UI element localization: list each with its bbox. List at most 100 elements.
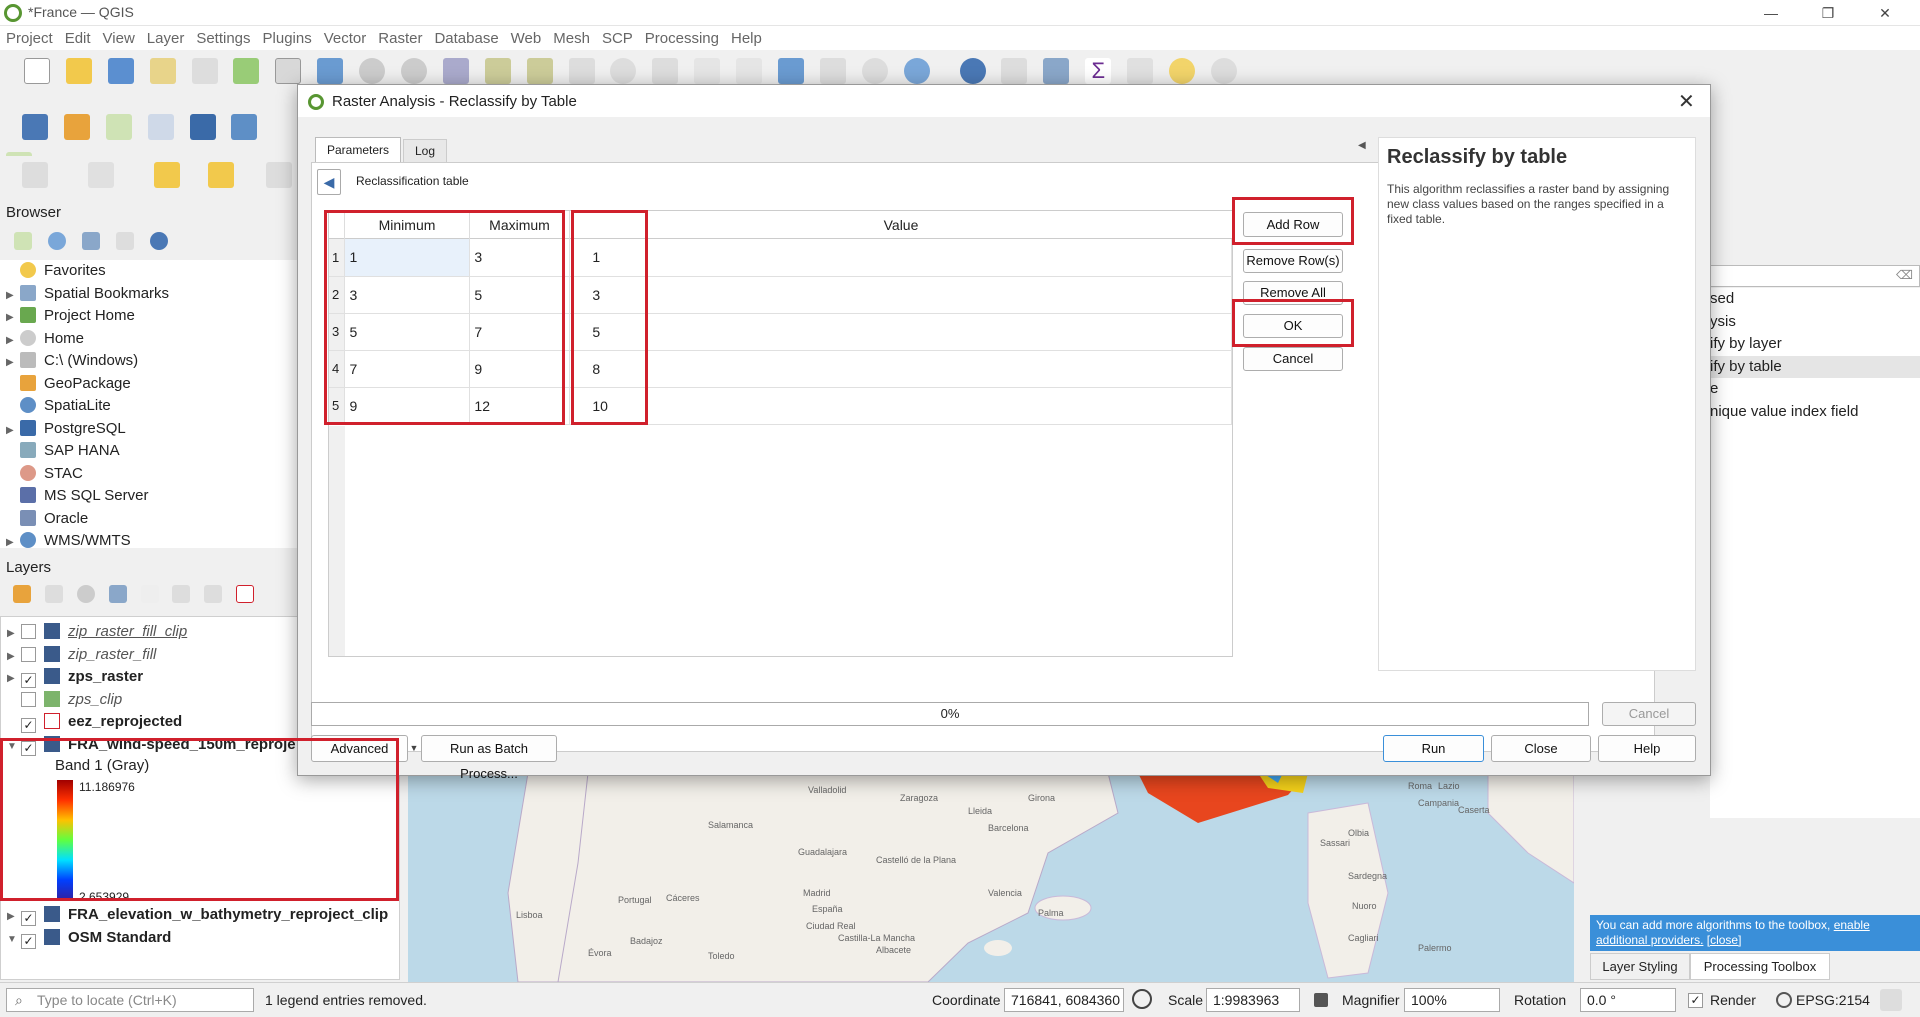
new-geopackage-icon[interactable] bbox=[63, 114, 90, 140]
layer-checkbox[interactable]: ✓ bbox=[21, 911, 36, 926]
cell-minimum[interactable]: 5 bbox=[344, 313, 471, 351]
table-row[interactable]: 4798 bbox=[329, 350, 1232, 388]
zoom-next-icon[interactable] bbox=[652, 58, 679, 84]
expand-arrow-icon[interactable]: ▶ bbox=[7, 623, 21, 646]
menu-item-web[interactable]: Web bbox=[505, 26, 548, 51]
browser-item[interactable]: STAC bbox=[6, 463, 298, 486]
expand-arrow-icon[interactable]: ▶ bbox=[7, 668, 21, 691]
expand-arrow-icon[interactable]: ▶ bbox=[6, 330, 20, 353]
map-canvas[interactable]: Valladolid Zaragoza Lleida Girona Barcelona S… bbox=[408, 773, 1574, 982]
layer-checkbox[interactable]: ✓ bbox=[21, 740, 36, 756]
magnifier-field[interactable]: 100% bbox=[1404, 988, 1500, 1012]
close-info-link[interactable]: [close] bbox=[1707, 933, 1742, 947]
toolbox-item[interactable]: nique value index field bbox=[1710, 401, 1920, 424]
zoom-out-icon[interactable] bbox=[401, 58, 428, 84]
menu-item-layer[interactable]: Layer bbox=[141, 26, 191, 51]
menu-item-database[interactable]: Database bbox=[428, 26, 504, 51]
col-minimum[interactable]: Minimum bbox=[345, 211, 470, 239]
ok-button[interactable]: OK bbox=[1243, 314, 1343, 338]
show-bookmarks-icon[interactable] bbox=[819, 58, 846, 84]
toolbox-item[interactable]: e bbox=[1710, 378, 1920, 401]
advanced-dropdown-icon[interactable]: ▼ bbox=[407, 736, 421, 761]
data-source-manager-icon[interactable] bbox=[22, 114, 48, 140]
lock-scale-icon[interactable] bbox=[1314, 993, 1328, 1007]
expand-all-icon[interactable] bbox=[172, 585, 191, 603]
new-map-view-icon[interactable] bbox=[694, 58, 721, 84]
add-row-button[interactable]: Add Row bbox=[1243, 212, 1343, 237]
browser-item[interactable]: ▶ Home bbox=[6, 328, 298, 351]
cell-value[interactable]: 1 bbox=[569, 239, 1232, 277]
close-window-icon[interactable]: ✕ bbox=[1862, 2, 1908, 24]
properties-icon[interactable] bbox=[149, 232, 168, 250]
remove-rows-button[interactable]: Remove Row(s) bbox=[1243, 249, 1343, 273]
collapse-help-icon[interactable]: ◀ bbox=[1358, 140, 1366, 151]
add-raster-icon[interactable] bbox=[147, 114, 174, 140]
crs-label[interactable]: EPSG:2154 bbox=[1796, 992, 1870, 1008]
table-row[interactable]: 3575 bbox=[329, 313, 1232, 351]
menu-item-scp[interactable]: SCP bbox=[596, 26, 639, 51]
cell-value[interactable]: 8 bbox=[569, 350, 1232, 388]
expand-arrow-icon[interactable]: ▶ bbox=[7, 646, 21, 669]
measure-icon[interactable] bbox=[1127, 58, 1154, 84]
collapse-all-icon[interactable] bbox=[115, 232, 134, 250]
temporal-icon[interactable] bbox=[861, 58, 888, 84]
attribute-table-icon[interactable] bbox=[1001, 58, 1028, 84]
cell-value[interactable]: 3 bbox=[569, 276, 1232, 314]
expand-arrow-icon[interactable]: ▶ bbox=[6, 285, 20, 308]
row-number[interactable]: 1 bbox=[329, 239, 346, 277]
zoom-layer-icon[interactable] bbox=[526, 58, 553, 84]
processing-settings-icon[interactable] bbox=[1043, 58, 1070, 84]
cell-value[interactable]: 5 bbox=[569, 313, 1232, 351]
menu-item-processing[interactable]: Processing bbox=[639, 26, 725, 51]
layer-checkbox[interactable]: ✓ bbox=[21, 933, 36, 949]
filter-icon[interactable] bbox=[81, 232, 100, 250]
tab-log[interactable]: Log bbox=[403, 139, 447, 163]
browser-item[interactable]: SpatiaLite bbox=[6, 395, 298, 418]
select-features-icon[interactable] bbox=[22, 162, 48, 188]
help-button[interactable]: Help bbox=[1598, 735, 1696, 762]
toolbox-item[interactable]: ify by table bbox=[1710, 355, 1920, 378]
menu-item-vector[interactable]: Vector bbox=[318, 26, 373, 51]
toolbox-item[interactable]: ify by layer bbox=[1710, 333, 1920, 356]
new-print-layout-icon[interactable] bbox=[149, 58, 176, 84]
browser-item[interactable]: GeoPackage bbox=[6, 373, 298, 396]
cell-maximum[interactable]: 12 bbox=[469, 387, 571, 425]
expand-arrow-icon[interactable]: ▶ bbox=[6, 420, 20, 443]
add-delimited-icon[interactable] bbox=[231, 114, 258, 140]
zoom-native-icon[interactable] bbox=[568, 58, 595, 84]
table-row[interactable]: 5 9 12 10 bbox=[329, 387, 1232, 425]
toolbox-item[interactable]: ysis bbox=[1710, 311, 1920, 334]
advanced-button[interactable]: Advanced ▼ bbox=[311, 735, 418, 762]
collapse-layers-icon[interactable] bbox=[204, 585, 223, 603]
layer-checkbox[interactable]: ✓ bbox=[21, 718, 36, 733]
new-3d-view-icon[interactable] bbox=[736, 58, 763, 84]
menu-item-raster[interactable]: Raster bbox=[372, 26, 428, 51]
locate-input[interactable]: ⌕ Type to locate (Ctrl+K) bbox=[6, 988, 254, 1012]
browser-item[interactable]: ▶ Spatial Bookmarks bbox=[6, 283, 298, 306]
clear-search-icon[interactable]: ⌫ bbox=[1896, 268, 1913, 282]
tab-layer-styling[interactable]: Layer Styling bbox=[1590, 953, 1690, 980]
browser-item[interactable]: Oracle bbox=[6, 508, 298, 531]
copy-features-icon[interactable] bbox=[87, 162, 114, 188]
browser-item[interactable]: ▶ Project Home bbox=[6, 305, 298, 328]
zoom-full-icon[interactable] bbox=[442, 58, 469, 84]
tab-processing-toolbox[interactable]: Processing Toolbox bbox=[1690, 953, 1830, 980]
tab-parameters[interactable]: Parameters bbox=[315, 137, 401, 163]
refresh-icon[interactable] bbox=[903, 58, 930, 84]
toolbox-item[interactable]: sed bbox=[1710, 288, 1920, 311]
scale-field[interactable]: 1:9983963 bbox=[1206, 988, 1300, 1012]
cell-value[interactable]: 10 bbox=[569, 387, 1232, 425]
progress-cancel-button[interactable]: Cancel bbox=[1602, 702, 1696, 726]
visibility-icon[interactable] bbox=[76, 585, 95, 603]
layer-checkbox[interactable] bbox=[21, 624, 36, 639]
layer-checkbox[interactable] bbox=[21, 691, 36, 707]
browser-item[interactable]: ▶ PostgreSQL bbox=[6, 418, 298, 441]
layer-checkbox[interactable]: ✓ bbox=[21, 673, 36, 688]
table-cancel-button[interactable]: Cancel bbox=[1243, 347, 1343, 371]
layer-item[interactable]: ▶ ✓ FRA_elevation_w_bathymetry_reproject_c… bbox=[7, 904, 399, 927]
expand-arrow-icon[interactable]: ▼ bbox=[7, 929, 21, 952]
cell-minimum[interactable]: 7 bbox=[344, 350, 471, 388]
new-project-icon[interactable] bbox=[24, 58, 50, 84]
expand-arrow-icon[interactable]: ▶ bbox=[6, 307, 20, 330]
run-button[interactable]: Run bbox=[1383, 735, 1484, 762]
